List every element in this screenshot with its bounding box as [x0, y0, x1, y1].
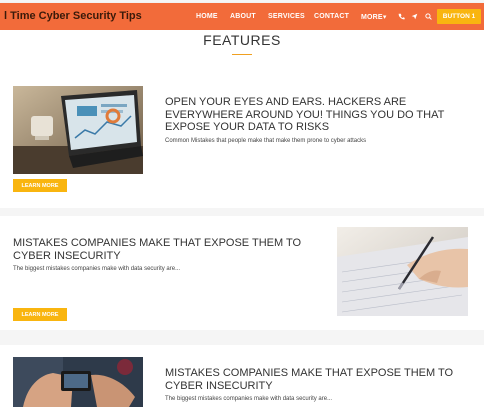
search-icon[interactable]: [423, 10, 433, 22]
nav-contact[interactable]: CONTACT: [314, 13, 349, 20]
page: l Time Cyber Security Tips HOME ABOUT SE…: [0, 0, 484, 407]
card-3-description: The biggest mistakes companies make with…: [165, 396, 333, 402]
card-2-image-writing: [337, 227, 468, 316]
nav-about[interactable]: ABOUT: [230, 13, 256, 20]
send-icon[interactable]: [409, 10, 419, 22]
chevron-down-icon: ▾: [382, 14, 387, 21]
nav-more-label: MORE: [361, 14, 383, 21]
features-title: FEATURES: [203, 32, 281, 48]
top-nav-bar: l Time Cyber Security Tips HOME ABOUT SE…: [0, 3, 484, 30]
card-2-learn-more-button[interactable]: LEARN MORE: [13, 308, 67, 321]
nav-services[interactable]: SERVICES: [268, 13, 305, 20]
title-underline: [232, 54, 252, 55]
site-brand[interactable]: l Time Cyber Security Tips: [4, 10, 142, 22]
card-1-learn-more-button[interactable]: LEARN MORE: [13, 179, 67, 192]
card-1-image-laptop: [13, 86, 143, 174]
card-1-description: Common Mistakes that people make that ma…: [165, 138, 367, 144]
card-3-title: MISTAKES COMPANIES MAKE THAT EXPOSE THEM…: [165, 367, 454, 392]
card-2-description: The biggest mistakes companies make with…: [13, 266, 181, 272]
card-2-title: MISTAKES COMPANIES MAKE THAT EXPOSE THEM…: [13, 237, 302, 262]
card-3-image-phone-hands: [13, 357, 143, 407]
card-1-title: OPEN YOUR EYES AND EARS. HACKERS ARE EVE…: [165, 96, 445, 133]
phone-icon[interactable]: [396, 10, 406, 22]
nav-more[interactable]: MORE▾: [361, 13, 387, 21]
header-button-1[interactable]: BUTTON 1: [437, 9, 481, 24]
nav-home[interactable]: HOME: [196, 13, 218, 20]
